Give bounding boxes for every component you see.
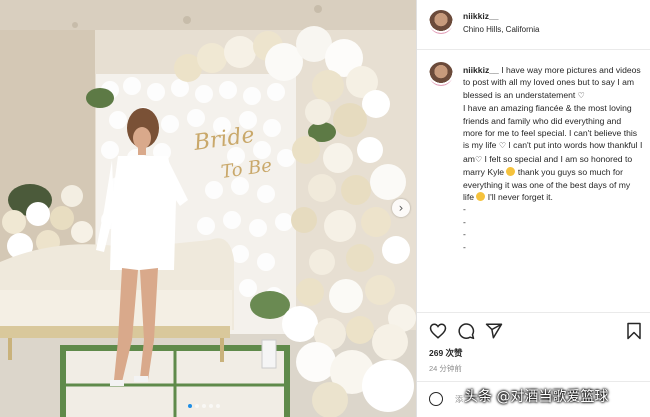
carousel-dot	[216, 404, 220, 408]
post-details-panel: niikkiz__ Chino Hills, California niikki…	[416, 0, 650, 417]
divider	[417, 312, 650, 313]
carousel-dots	[188, 404, 220, 408]
caption-dash: -	[463, 229, 466, 240]
heart-icon[interactable]	[429, 322, 447, 340]
caption-avatar[interactable]	[429, 62, 453, 86]
share-icon[interactable]	[485, 322, 503, 340]
watermark: 头条 @对酒当歌爱篮球	[464, 389, 609, 405]
post-header: niikkiz__ Chino Hills, California	[417, 0, 650, 50]
heart-emoji-icon: ♡	[474, 154, 483, 164]
caption-text-3d: I'll never forget it.	[487, 192, 553, 203]
photo-illustration: Bride To Be	[0, 0, 416, 417]
caption-dash: -	[463, 241, 466, 252]
caption-dash: -	[463, 216, 466, 227]
avatar[interactable]	[429, 10, 453, 34]
carousel-dot	[209, 404, 213, 408]
caption-dash: -	[463, 204, 466, 215]
smile-emoji-icon	[476, 192, 486, 202]
next-photo-button[interactable]: ›	[392, 199, 410, 217]
action-bar	[429, 322, 641, 342]
caption: niikkiz__ I have way more pictures and v…	[463, 64, 643, 253]
carousel-dot	[195, 404, 199, 408]
heart-emoji-icon: ♡	[498, 141, 506, 151]
post-location[interactable]: Chino Hills, California	[463, 25, 539, 34]
post-timestamp: 24 分钟前	[429, 364, 462, 373]
chevron-right-icon: ›	[398, 201, 404, 215]
post-username[interactable]: niikkiz__	[463, 11, 498, 21]
comment-icon[interactable]	[457, 322, 475, 340]
comment-input[interactable]: 添	[455, 394, 463, 405]
like-count[interactable]: 269 次赞	[429, 347, 463, 359]
carousel-dot	[202, 404, 206, 408]
emoji-icon[interactable]	[429, 392, 443, 406]
carousel-dot	[188, 404, 192, 408]
post-photo: Bride To Be ›	[0, 0, 416, 417]
smile-emoji-icon	[506, 167, 516, 177]
caption-username[interactable]: niikkiz__	[463, 65, 499, 75]
bookmark-icon[interactable]	[625, 322, 643, 340]
heart-emoji-icon: ♡	[577, 90, 585, 100]
